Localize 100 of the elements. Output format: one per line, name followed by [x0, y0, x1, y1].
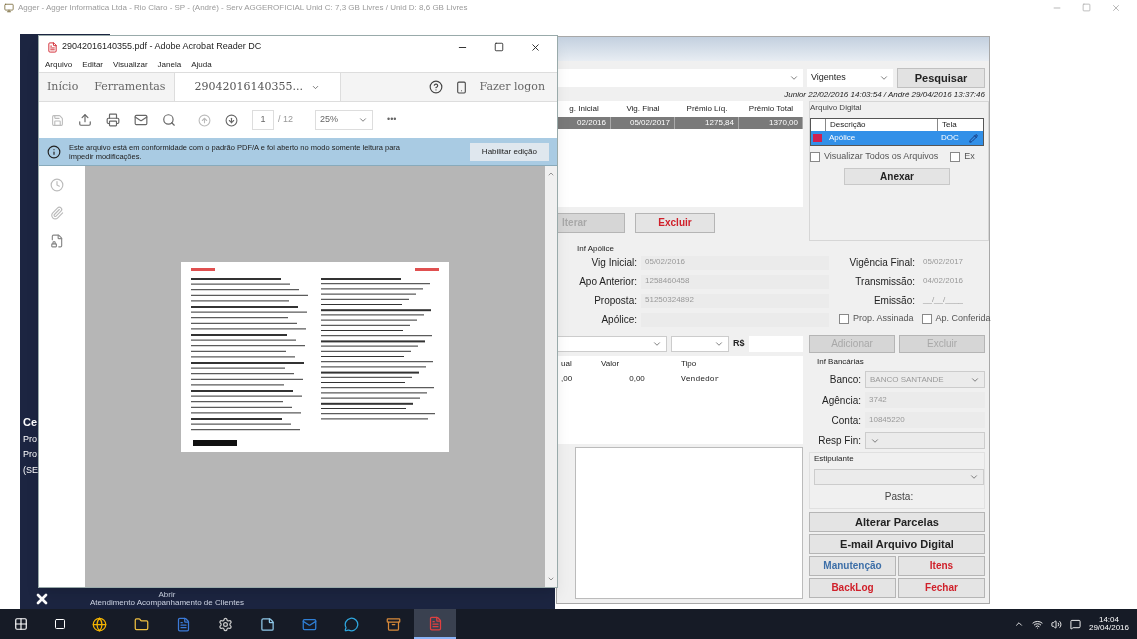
reader-tab[interactable]: Ferramentas [86, 73, 174, 101]
launcher-text: Ce [23, 415, 39, 430]
group-title: Estipulante [814, 453, 855, 465]
reader-tab[interactable]: Início [39, 73, 87, 101]
column-header: Valor [600, 358, 621, 370]
table-cell-text: Vendedor [680, 373, 721, 385]
select-field[interactable] [671, 336, 729, 352]
attach-button[interactable]: Anexar [844, 167, 950, 185]
table-cell-text: ,00 [560, 373, 574, 385]
zoom-select[interactable]: 25% [315, 110, 373, 130]
info-icon [47, 144, 61, 159]
reader-tab[interactable]: 29042016140355... [173, 73, 341, 101]
column-header: Prêmio Total [747, 103, 795, 115]
edit-icon[interactable] [969, 133, 978, 143]
search-field[interactable] [557, 69, 803, 87]
volume-icon[interactable] [1050, 618, 1062, 630]
upload-icon[interactable] [78, 113, 92, 127]
table-row[interactable]: 02/2016 05/02/2017 1275,84 1370,00 [557, 117, 803, 129]
field-label: Banco: [828, 373, 861, 387]
field-label: Emissão: [872, 294, 915, 308]
scrollbar[interactable] [545, 166, 557, 587]
search-button[interactable]: Pesquisar [897, 68, 985, 88]
open-link[interactable]: Abrir [158, 590, 176, 599]
menu-item[interactable]: Janela [157, 59, 182, 71]
globe-icon [91, 616, 107, 632]
maximize-icon[interactable] [494, 41, 504, 52]
phone-icon[interactable] [454, 80, 468, 94]
print-icon[interactable] [106, 113, 120, 127]
menu-item[interactable]: Arquivo [45, 59, 73, 71]
form-button[interactable]: Fechar [898, 578, 985, 598]
column-header: g. Inicial [568, 103, 600, 115]
column-header: Vig. Final [625, 103, 661, 115]
menu-item[interactable]: Editar [82, 59, 104, 71]
window-title: 29042016140355.pdf - Adobe Acrobat Reader DC [62, 40, 262, 54]
dropdown-caret-icon [652, 339, 662, 349]
dropdown-caret-icon [714, 339, 724, 349]
field-label: Apo Anterior: [578, 275, 637, 289]
form-button[interactable]: Alterar Parcelas [809, 512, 985, 532]
task-view-icon[interactable] [54, 618, 66, 630]
form-button[interactable]: Excluir [635, 213, 715, 233]
select-field[interactable] [865, 432, 985, 449]
footer-caption: Atendimento Acompanhamento de Clientes [90, 598, 244, 607]
paperclip-icon[interactable] [50, 206, 64, 220]
mail-icon[interactable] [134, 113, 148, 127]
more-button[interactable]: ••• [387, 113, 397, 127]
tray-chevron-icon[interactable] [1013, 619, 1024, 629]
select-field[interactable] [814, 469, 984, 485]
archive-box-icon [385, 616, 401, 632]
table-cell-text: 0,00 [628, 373, 646, 385]
form-button[interactable]: E-mail Arquivo Digital [809, 534, 985, 554]
window-title: Agger - Agger Informatica Ltda - Rio Claro - SP - (André) - Serv AGGEROFICIAL Unid C: 7,3 GB Livres / Unid D: 8,6 GB Livres [18, 2, 468, 14]
network-icon[interactable] [1031, 618, 1043, 630]
gear-icon [217, 616, 233, 632]
group-title: Inf Apólice [577, 243, 615, 255]
scroll-up-icon[interactable] [547, 170, 555, 178]
select-field[interactable] [557, 336, 667, 352]
field-label: Apólice: [600, 313, 637, 327]
menu-item[interactable]: Ajuda [191, 59, 212, 71]
help-icon[interactable] [428, 80, 443, 94]
filter-select[interactable]: Vigentes [807, 69, 893, 87]
document-icon [175, 616, 191, 632]
form-button[interactable]: Itens [898, 556, 985, 576]
checkbox[interactable] [839, 313, 849, 324]
form-button[interactable]: BackLog [809, 578, 896, 598]
chat-bubble-icon [343, 616, 359, 632]
checkbox-label: Visualizar Todos os Arquivos [824, 150, 939, 163]
checkbox[interactable] [921, 313, 932, 324]
field-label: Proposta: [593, 294, 637, 308]
checkbox[interactable] [950, 151, 961, 162]
mail-icon [301, 616, 317, 632]
field-label: Vigência Final: [848, 256, 915, 270]
clock[interactable]: 14:04 29/04/2016 [1088, 616, 1129, 632]
checkbox-label: Ex [964, 150, 975, 163]
sign-in-link[interactable]: Fazer logon [479, 78, 545, 96]
notifications-icon[interactable] [1069, 618, 1081, 630]
page-count: / 12 [278, 113, 293, 127]
scroll-down-icon[interactable] [547, 575, 555, 583]
taskbar-app[interactable] [414, 609, 456, 639]
table-row[interactable]: ,00 0,00 Vendedor [557, 372, 803, 386]
page-field[interactable]: 1 [252, 110, 274, 130]
field-label: Vig Inicial: [590, 256, 637, 270]
form-button[interactable]: Manutenção [809, 556, 896, 576]
enable-editing-button[interactable]: Habilitar edição [469, 142, 549, 161]
close-icon[interactable] [530, 41, 541, 53]
next-page-icon[interactable] [225, 113, 238, 127]
column-header: ual [560, 358, 573, 370]
menu-item[interactable]: Visualizar [113, 59, 148, 71]
launcher-text: Pro [23, 448, 38, 461]
start-icon[interactable] [14, 617, 28, 631]
file-lock-icon[interactable] [50, 234, 64, 248]
file-row[interactable]: Apólice DOC [811, 131, 983, 145]
dropdown-caret-icon [789, 73, 799, 83]
folder-icon [133, 616, 149, 632]
file-type-icon [813, 134, 822, 142]
checkbox[interactable] [810, 151, 820, 162]
pdf-icon [47, 41, 58, 53]
table-cell: 1275,84 [675, 117, 739, 129]
search-icon[interactable] [162, 113, 176, 127]
table-cell: 05/02/2017 [611, 117, 675, 129]
column-header: Tipo [680, 358, 698, 370]
